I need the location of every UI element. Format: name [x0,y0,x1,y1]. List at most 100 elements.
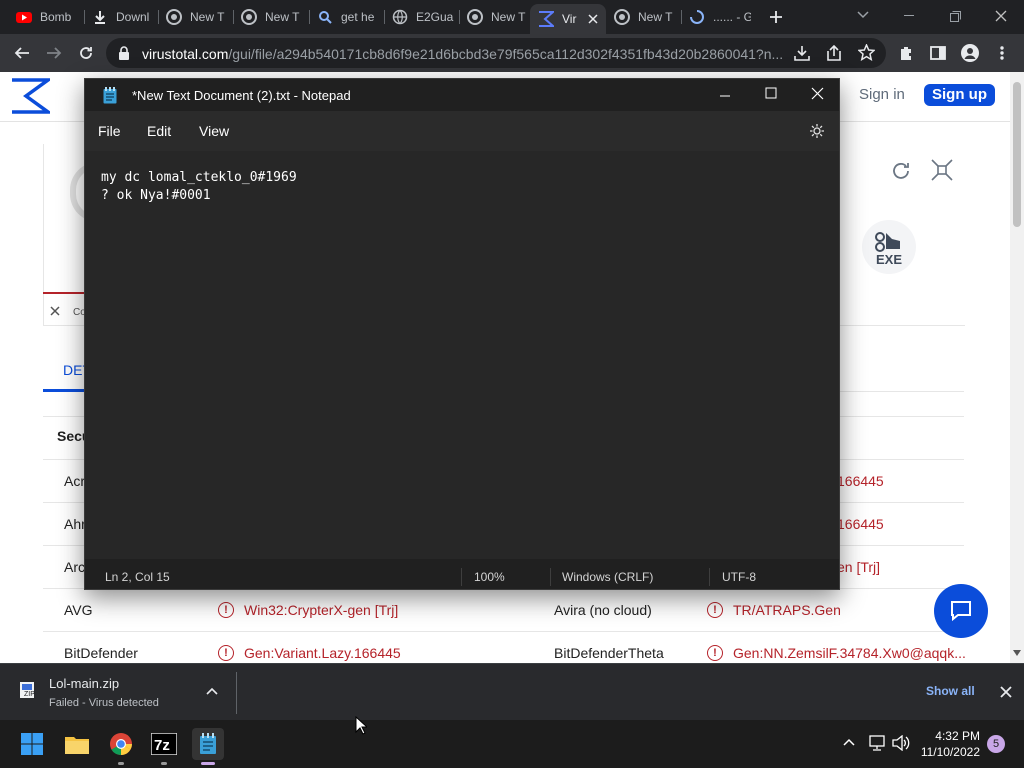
toolbar: virustotal.com/gui/file/a294b540171cb8d6… [0,34,1024,72]
scrollbar-thumb[interactable] [1013,82,1021,227]
youtube-icon [16,9,32,25]
tab-new-tab[interactable]: New T [166,6,228,28]
page-scrollbar[interactable] [1010,72,1024,663]
back-button[interactable] [12,43,32,63]
notepad-statusbar: Ln 2, Col 15 100% Windows (CRLF) UTF-8 [85,565,839,589]
tab-search[interactable]: get he [317,6,379,28]
address-bar[interactable]: virustotal.com/gui/file/a294b540171cb8d6… [106,38,886,68]
tab-new-tab[interactable]: New T [614,6,676,28]
engine-name: BitDefender [64,645,138,661]
tab-search-chevron-icon[interactable] [857,11,869,19]
close-shelf-icon[interactable] [1000,686,1012,698]
download-filename[interactable]: Lol-main.zip [49,676,119,691]
tab-youtube[interactable]: Bomb [16,6,76,28]
svg-text:7z: 7z [154,737,170,754]
lock-icon[interactable] [118,46,130,60]
running-indicator [161,762,167,765]
notepad-window[interactable]: *New Text Document (2).txt - Notepad Fil… [84,78,840,590]
similar-files-icon[interactable] [930,158,954,182]
engine-name: Avira (no cloud) [554,602,652,618]
chrome-icon [241,9,257,25]
download-options-chevron-icon[interactable] [206,687,218,695]
close-window-button[interactable] [978,0,1024,32]
engine-name: Arc [64,559,85,575]
clock[interactable]: 4:32 PM 11/10/2022 [918,728,980,760]
virustotal-logo[interactable] [10,78,50,114]
alert-icon: ! [707,645,723,661]
cursor-position: Ln 2, Col 15 [105,570,170,584]
chrome-icon [614,9,630,25]
line-ending: Windows (CRLF) [562,570,654,584]
download-status: Failed - Virus detected [49,697,159,709]
engine-name: Ahr [64,516,86,532]
scroll-down-arrow-icon[interactable] [1013,650,1021,656]
chrome-icon [467,9,483,25]
system-tray-chevron-icon[interactable] [843,738,855,746]
active-indicator [201,762,215,765]
reload-button[interactable] [76,43,96,63]
menu-edit[interactable]: Edit [147,123,171,139]
close-button[interactable] [811,87,824,100]
chat-button[interactable] [934,584,988,638]
sign-in-link[interactable]: Sign in [859,86,905,103]
running-indicator [118,762,124,765]
notepad-menubar: File Edit View [85,111,839,151]
zip-file-icon: ZIP [19,681,35,699]
show-all-link[interactable]: Show all [926,684,975,698]
tab-label: Downl [116,10,150,24]
close-tab-icon[interactable] [588,14,598,24]
mouse-cursor-icon [355,716,367,735]
maximize-button[interactable] [765,87,777,99]
tab-loading[interactable]: ...... - G [689,6,751,28]
virustotal-icon [538,11,554,27]
extensions-icon[interactable] [896,43,916,63]
chat-bubble-icon [951,601,971,622]
clock-date: 11/10/2022 [920,745,980,759]
forward-button[interactable] [44,43,64,63]
tab-new-tab[interactable]: New T [467,6,527,28]
detection-result: 166445 [837,516,884,532]
notepad-text-area[interactable]: my dc lomal_cteklo_0#1969 ? ok Nya!#0001 [85,151,839,559]
chrome-menu-icon[interactable] [992,43,1012,63]
tab-e2guardian[interactable]: E2Gua [392,6,454,28]
url-text[interactable]: virustotal.com/gui/file/a294b540171cb8d6… [142,46,782,62]
menu-view[interactable]: View [199,123,229,139]
minimize-button[interactable] [886,0,932,32]
detection-result: ! Gen:NN.ZemsilF.34784.Xw0@aqqk... [707,645,966,661]
settings-gear-icon[interactable] [809,123,825,139]
menu-file[interactable]: File [98,123,121,139]
install-download-icon[interactable] [794,45,810,61]
notepad-app-icon [103,87,117,104]
dismiss-icon[interactable] [50,306,60,316]
engine-name: AVG [64,602,93,618]
tab-label: Bomb [40,10,72,24]
minimize-button[interactable] [719,89,731,101]
notepad-icon[interactable] [192,728,224,760]
svg-text:ZIP: ZIP [24,691,35,698]
table-row: BitDefender ! Gen:Variant.Lazy.166445 Bit… [43,632,966,663]
share-icon[interactable] [826,45,842,61]
tab-new-tab[interactable]: New T [241,6,303,28]
chrome-icon[interactable] [105,728,137,760]
notification-badge[interactable]: 5 [987,735,1005,753]
tab-download[interactable]: Downl [92,6,150,28]
file-explorer-icon[interactable] [61,728,93,760]
tab-label: New T [190,10,225,24]
exe-file-type-icon: EXE [862,220,916,274]
tab-virustotal[interactable]: Vir [530,4,606,34]
restore-button[interactable] [932,0,978,32]
profile-avatar-icon[interactable] [960,43,980,63]
globe-icon [392,9,408,25]
7zip-icon[interactable]: 7z [148,728,180,760]
start-icon[interactable] [16,728,48,760]
sign-up-button[interactable]: Sign up [924,84,995,106]
new-tab-button[interactable] [768,9,784,25]
network-icon[interactable] [868,735,886,751]
notepad-titlebar[interactable]: *New Text Document (2).txt - Notepad [85,79,839,111]
search-icon [317,9,333,25]
side-panel-icon[interactable] [928,43,948,63]
detection-result: ! Win32:CrypterX-gen [Trj] [218,602,398,618]
volume-icon[interactable] [892,735,910,751]
bookmark-star-icon[interactable] [858,44,875,61]
reanalyze-icon[interactable] [890,160,912,182]
